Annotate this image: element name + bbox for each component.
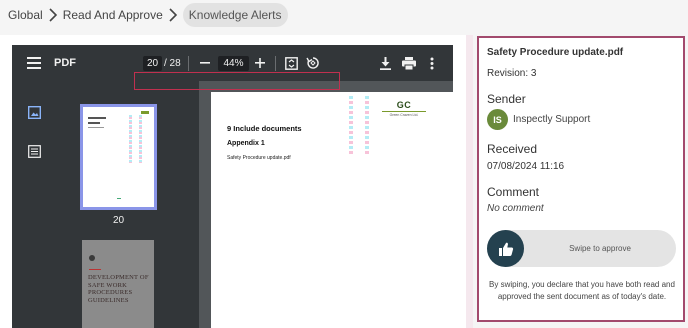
received-title: Received bbox=[487, 142, 538, 156]
page-total: / 28 bbox=[164, 58, 181, 69]
thumbnail-page-number: 20 bbox=[112, 215, 125, 226]
download-icon[interactable] bbox=[379, 56, 392, 70]
zoom-in-icon[interactable] bbox=[253, 56, 267, 70]
chevron-right-icon bbox=[163, 8, 183, 22]
chevron-right-icon bbox=[43, 8, 63, 22]
rotate-icon[interactable] bbox=[305, 55, 320, 70]
thumbnail-page-preview bbox=[83, 107, 154, 207]
pdf-toolbar: PDF 20 / 28 44% bbox=[12, 45, 453, 81]
fit-page-icon[interactable] bbox=[284, 56, 298, 70]
toolbar-divider bbox=[188, 56, 189, 71]
zoom-out-icon[interactable] bbox=[198, 56, 212, 70]
ruler-marks bbox=[365, 96, 369, 156]
divider bbox=[89, 269, 101, 270]
breadcrumb: Global Read And Approve Knowledge Alerts bbox=[0, 0, 688, 30]
thumbnail-page-selected[interactable] bbox=[80, 104, 157, 210]
revision: Revision: 3 bbox=[487, 68, 537, 79]
comment-title: Comment bbox=[487, 185, 540, 199]
thumbnail-pane: 20 DEVELOPMENT OF SAFE WORK PROCEDURES G… bbox=[56, 81, 199, 328]
breadcrumb-knowledge-alerts[interactable]: Knowledge Alerts bbox=[182, 3, 288, 27]
approval-panel: Safety Procedure update.pdf Revision: 3 … bbox=[477, 36, 685, 322]
disclaimer-text: By swiping, you declare that you have bo… bbox=[489, 280, 675, 301]
swipe-to-approve-slider[interactable]: Swipe to approve bbox=[487, 230, 676, 267]
more-vert-icon[interactable] bbox=[427, 56, 437, 70]
avatar: IS bbox=[487, 109, 508, 130]
swipe-label: Swipe to approve bbox=[569, 244, 631, 253]
breadcrumb-global[interactable]: Global bbox=[8, 4, 43, 26]
ruler-marks bbox=[349, 96, 353, 156]
thumbs-up-icon bbox=[498, 242, 513, 256]
pdf-page: GC Green Craven Ltd. 9 Include documents… bbox=[211, 92, 453, 328]
outline-icon[interactable] bbox=[28, 145, 41, 158]
page-number-input[interactable]: 20 bbox=[143, 56, 162, 71]
received-date: 07/08/2024 11:16 bbox=[487, 161, 565, 172]
thumbnail-cover-title: DEVELOPMENT OF SAFE WORK PROCEDURES GUID… bbox=[88, 274, 149, 304]
file-name: Safety Procedure update.pdf bbox=[487, 47, 624, 58]
company-logo: GC Green Craven Ltd. bbox=[382, 100, 426, 117]
print-icon[interactable] bbox=[401, 56, 416, 70]
toolbar-divider bbox=[275, 56, 276, 71]
thumbnail-page[interactable]: DEVELOPMENT OF SAFE WORK PROCEDURES GUID… bbox=[82, 240, 154, 328]
menu-icon[interactable] bbox=[26, 55, 42, 71]
page-subheading: Appendix 1 bbox=[227, 140, 265, 147]
logo-text: GC bbox=[396, 100, 412, 110]
pdf-title: PDF bbox=[54, 57, 76, 69]
thumbnails-icon[interactable] bbox=[27, 105, 42, 120]
comment-text: No comment bbox=[487, 203, 544, 214]
scrollbar[interactable] bbox=[466, 35, 473, 328]
breadcrumb-read-and-approve[interactable]: Read And Approve bbox=[63, 4, 163, 26]
page-body-text: Safety Procedure update.pdf bbox=[227, 155, 291, 161]
sender-name: Inspectly Support bbox=[513, 114, 591, 125]
pdf-viewer-container: PDF 20 / 28 44% 20 DEVELOPMENT OF SAFE W… bbox=[0, 35, 466, 328]
logo-icon bbox=[89, 255, 95, 261]
logo-subtext: Green Craven Ltd. bbox=[389, 113, 419, 117]
zoom-input[interactable]: 44% bbox=[218, 56, 249, 71]
sender-title: Sender bbox=[487, 92, 526, 106]
swipe-handle[interactable] bbox=[487, 230, 524, 267]
page-heading: 9 Include documents bbox=[227, 124, 302, 133]
pdf-sidebar-rail bbox=[12, 81, 56, 328]
pdf-frame: PDF 20 / 28 44% 20 DEVELOPMENT OF SAFE W… bbox=[12, 45, 453, 328]
